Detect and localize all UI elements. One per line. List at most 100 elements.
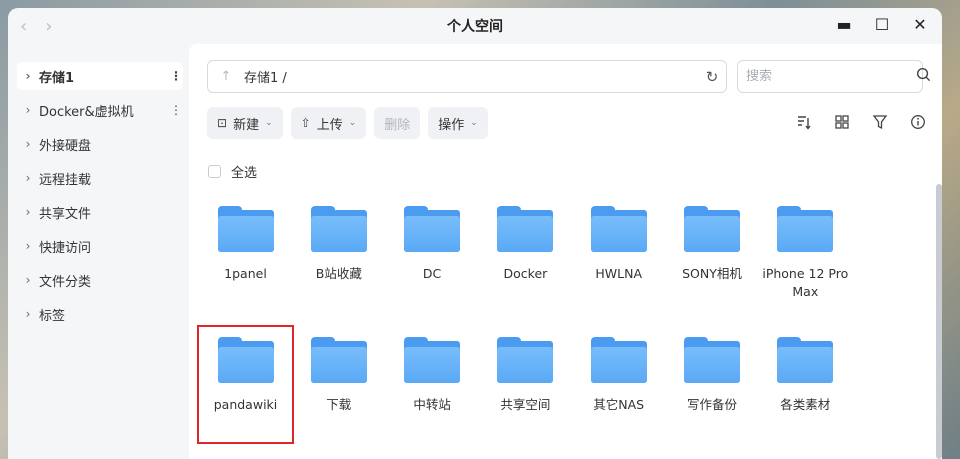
folder-icon xyxy=(310,206,367,252)
folder-name: B站收藏 xyxy=(315,266,362,281)
folder-icon xyxy=(684,206,740,252)
folder-name: pandawiki xyxy=(213,397,278,412)
scrollbar[interactable] xyxy=(936,184,942,459)
sidebar-item-tags[interactable]: › 标签 xyxy=(17,300,183,328)
sidebar-item-label: 快捷访问 xyxy=(39,240,92,256)
folder-name: 写作备份 xyxy=(686,397,737,412)
folder-icon xyxy=(590,337,647,383)
info-icon[interactable] xyxy=(910,114,926,134)
window-title: 个人空间 xyxy=(447,19,503,35)
folder-name: SONY相机 xyxy=(682,266,742,281)
folder-icon xyxy=(404,206,461,252)
select-all-checkbox[interactable] xyxy=(208,165,221,178)
select-all[interactable]: 全选 xyxy=(208,162,257,181)
toolbar: ⊡ 新建 ⌄ ⇧ 上传 ⌄ 删除 操作 ⌄ xyxy=(207,107,488,139)
caret-down-icon: ⌄ xyxy=(470,118,478,128)
chevron-right-icon: › xyxy=(25,307,31,321)
back-icon[interactable]: ‹ xyxy=(20,16,27,37)
sidebar-item-label: 标签 xyxy=(39,308,66,324)
sidebar: › 存储1 ⋮ › Docker&虚拟机 ⋮ › 外接硬盘 › 远程挂载 › 共… xyxy=(8,52,190,459)
chevron-right-icon: › xyxy=(25,171,31,185)
path-bar[interactable]: ↑ 存储1 / ↻ xyxy=(207,60,727,93)
refresh-icon[interactable]: ↻ xyxy=(698,68,726,86)
folder-name: 其它NAS xyxy=(593,397,645,412)
folder-name: 各类素材 xyxy=(780,397,831,412)
title-bar: ‹ › 个人空间 ▬ ☐ ✕ xyxy=(8,8,942,44)
operate-label: 操作 xyxy=(438,117,465,133)
more-icon[interactable]: ⋮ xyxy=(169,103,183,117)
folder-item[interactable]: iPhone 12 Pro Max xyxy=(759,196,852,311)
folder-item[interactable]: DC xyxy=(386,196,479,311)
caret-down-icon: ⌄ xyxy=(265,118,273,128)
sort-icon[interactable] xyxy=(796,114,812,134)
folder-item[interactable]: SONY相机 xyxy=(666,196,759,311)
search-icon[interactable] xyxy=(916,67,931,86)
sidebar-item-external-disk[interactable]: › 外接硬盘 xyxy=(17,130,183,158)
operate-button[interactable]: 操作 ⌄ xyxy=(428,107,488,139)
folder-item[interactable]: 各类素材 xyxy=(759,327,852,442)
folder-icon xyxy=(404,337,461,383)
path-text[interactable]: 存储1 / xyxy=(244,67,698,86)
filter-icon[interactable] xyxy=(872,114,888,134)
close-icon[interactable]: ✕ xyxy=(912,15,928,34)
search-box[interactable] xyxy=(737,60,931,93)
folder-item[interactable]: Docker xyxy=(479,196,572,311)
upload-button[interactable]: ⇧ 上传 ⌄ xyxy=(290,107,367,139)
main-panel: ↑ 存储1 / ↻ ⊡ 新建 ⌄ ⇧ 上传 ⌄ 删除 xyxy=(189,44,942,459)
sidebar-item-label: 文件分类 xyxy=(39,274,92,290)
folder-name: 1panel xyxy=(224,266,267,281)
folder-icon xyxy=(497,206,554,252)
folder-item[interactable]: 其它NAS xyxy=(572,327,665,442)
folder-name: iPhone 12 Pro Max xyxy=(762,266,849,299)
folder-icon xyxy=(217,337,274,383)
new-label: 新建 xyxy=(233,117,260,133)
sidebar-item-label: 远程挂载 xyxy=(39,172,92,188)
sidebar-item-remote-mount[interactable]: › 远程挂载 xyxy=(17,164,183,192)
folder-icon xyxy=(310,337,367,383)
new-button[interactable]: ⊡ 新建 ⌄ xyxy=(207,107,283,139)
up-arrow-icon[interactable]: ↑ xyxy=(208,69,244,84)
chevron-right-icon: › xyxy=(25,103,31,117)
sidebar-item-label: 共享文件 xyxy=(39,206,92,222)
folder-item[interactable]: B站收藏 xyxy=(292,196,385,311)
folder-item[interactable]: 共享空间 xyxy=(479,327,572,442)
nav-buttons: ‹ › xyxy=(20,16,52,37)
folder-icon xyxy=(777,337,834,383)
view-tools xyxy=(796,114,926,134)
caret-down-icon: ⌄ xyxy=(348,118,357,128)
folder-name: 中转站 xyxy=(413,397,451,412)
maximize-icon[interactable]: ☐ xyxy=(874,15,890,34)
minimize-icon[interactable]: ▬ xyxy=(836,15,852,34)
new-folder-icon: ⊡ xyxy=(217,116,228,130)
file-manager-window: ‹ › 个人空间 ▬ ☐ ✕ › 存储1 ⋮ › Docker&虚拟机 ⋮ › … xyxy=(8,8,942,459)
sidebar-item-quick-access[interactable]: › 快捷访问 xyxy=(17,232,183,260)
folder-icon xyxy=(590,206,647,252)
sidebar-item-shared-files[interactable]: › 共享文件 xyxy=(17,198,183,226)
chevron-right-icon: › xyxy=(25,239,31,253)
folder-name: DC xyxy=(422,266,442,281)
sidebar-item-storage1[interactable]: › 存储1 ⋮ xyxy=(17,62,183,90)
select-all-label: 全选 xyxy=(231,166,258,181)
folder-item[interactable]: 下载 xyxy=(292,327,385,442)
folder-item[interactable]: pandawiki xyxy=(197,325,294,444)
chevron-right-icon: › xyxy=(25,69,31,83)
folder-item[interactable]: 中转站 xyxy=(386,327,479,442)
forward-icon[interactable]: › xyxy=(45,16,52,37)
folder-icon xyxy=(684,337,740,383)
delete-button[interactable]: 删除 xyxy=(374,107,421,139)
chevron-right-icon: › xyxy=(25,273,31,287)
sidebar-item-file-category[interactable]: › 文件分类 xyxy=(17,266,183,294)
sidebar-item-docker-vm[interactable]: › Docker&虚拟机 ⋮ xyxy=(17,96,183,124)
folder-name: Docker xyxy=(503,266,548,281)
chevron-right-icon: › xyxy=(25,137,31,151)
grid-view-icon[interactable] xyxy=(834,114,850,134)
folder-item[interactable]: HWLNA xyxy=(572,196,665,311)
folder-icon xyxy=(217,206,274,252)
search-input[interactable] xyxy=(746,69,916,84)
folder-name: 共享空间 xyxy=(500,397,551,412)
folder-item[interactable]: 1panel xyxy=(199,196,292,311)
upload-label: 上传 xyxy=(316,117,343,133)
more-icon[interactable]: ⋮ xyxy=(169,69,183,83)
folder-item[interactable]: 写作备份 xyxy=(666,327,759,442)
sidebar-item-label: Docker&虚拟机 xyxy=(39,104,134,120)
